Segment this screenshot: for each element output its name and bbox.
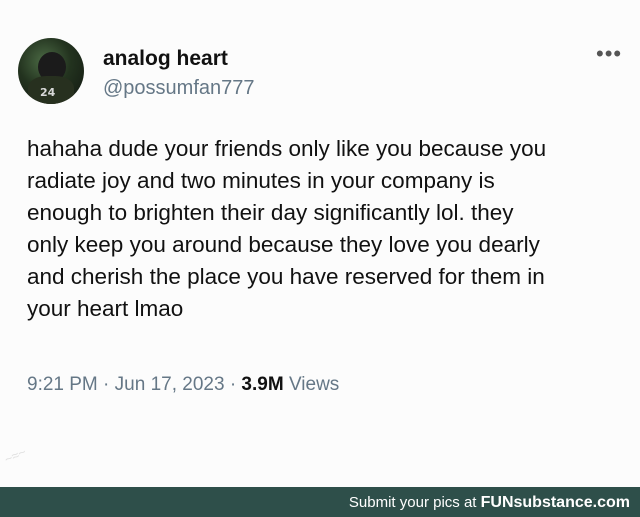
tweet-text-line: your heart lmao [27,296,184,321]
tweet-text-line: enough to brighten their day significant… [27,200,514,225]
display-name[interactable]: analog heart [103,47,228,71]
footer-prefix: Submit your pics at [348,494,481,511]
tweet-text-line: and cherish the place you have reserved … [27,264,545,289]
tweet-time[interactable]: 9:21 PM [27,374,98,395]
tweet-card: 24 analog heart @possumfan777 ••• hahaha… [0,0,640,487]
user-handle[interactable]: @possumfan777 [103,77,255,100]
meta-separator: · [229,374,237,395]
footer-brand-link[interactable]: FUNsubstance.com [481,494,630,511]
meta-separator: · [103,374,110,395]
avatar[interactable]: 24 [18,38,84,104]
views-count: 3.9M [241,374,284,395]
site-footer-banner: Submit your pics at FUNsubstance.com [0,487,640,517]
tweet-date[interactable]: Jun 17, 2023 [115,374,225,395]
more-horizontal-icon[interactable]: ••• [596,43,622,65]
tweet-text-line: only keep you around because they love y… [27,232,540,257]
watermark-logo-icon: ~≈~ [1,443,29,468]
footer-text: Submit your pics at FUNsubstance.com [349,494,630,512]
tweet-text-line: radiate joy and two minutes in your comp… [27,168,495,193]
tweet-text: hahaha dude your friends only like you b… [27,133,632,325]
tweet-meta: 9:21 PM · Jun 17, 2023 · 3.9M Views [27,374,339,396]
tweet-text-line: hahaha dude your friends only like you b… [27,136,547,161]
avatar-jersey-number: 24 [40,86,56,99]
views-label: Views [288,374,340,395]
